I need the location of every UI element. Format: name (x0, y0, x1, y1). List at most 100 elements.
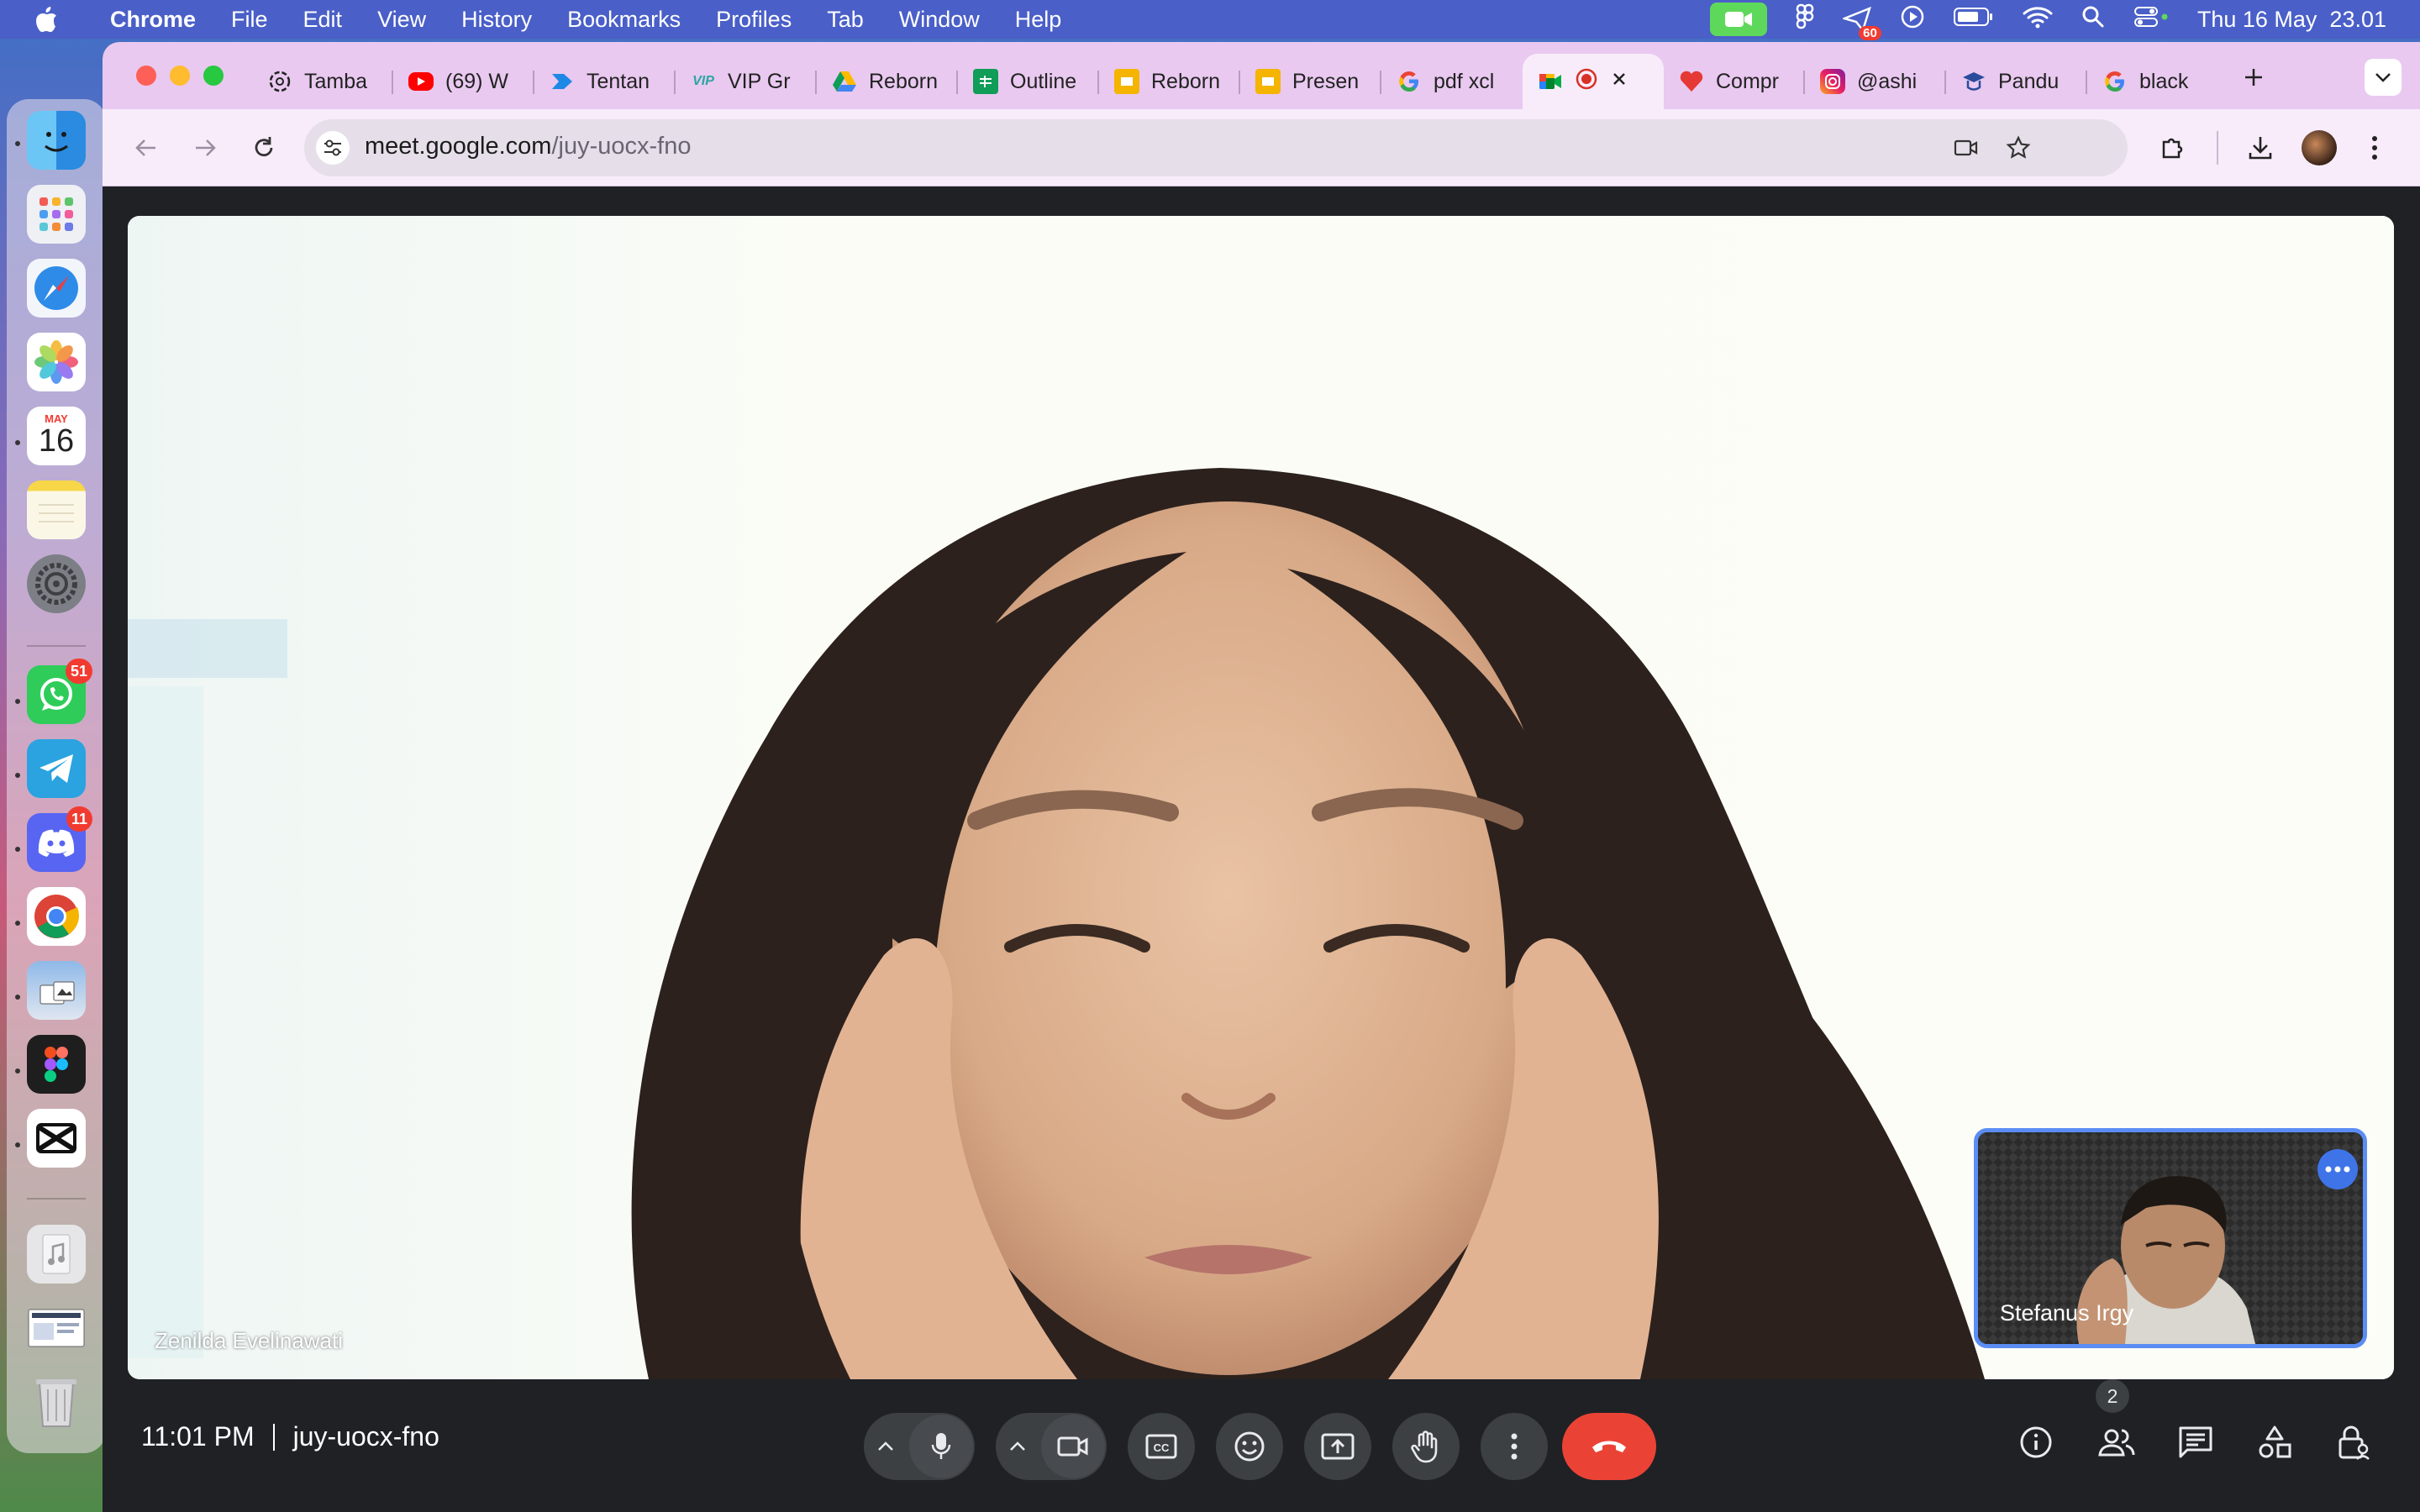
menu-history[interactable]: History (444, 7, 550, 33)
tab-5[interactable]: Outline (958, 54, 1099, 109)
menu-view[interactable]: View (360, 7, 444, 33)
screenshot-thumbnail-icon[interactable] (27, 1299, 86, 1357)
microphone-control (864, 1413, 975, 1480)
present-to-all-icon (1321, 1433, 1355, 1460)
extensions-button[interactable] (2149, 124, 2196, 171)
tab-0[interactable]: Tamba (252, 54, 393, 109)
downloads-button[interactable] (2237, 124, 2284, 171)
menu-window[interactable]: Window (881, 7, 997, 33)
more-horiz-icon (2325, 1166, 2350, 1173)
paper-plane-icon[interactable]: 60 (1842, 7, 1881, 40)
puzzle-icon (2162, 138, 2183, 159)
tab-6[interactable]: Reborn (1099, 54, 1240, 109)
safari-icon[interactable] (27, 259, 86, 318)
apple-menu-icon[interactable] (0, 5, 92, 34)
tab-12[interactable]: Pandu (1946, 54, 2087, 109)
meeting-details: 11:01 PM juy-uocx-fno (141, 1421, 439, 1452)
menu-file[interactable]: File (213, 7, 286, 33)
raise-hand-button[interactable] (1392, 1413, 1460, 1480)
toggle-camera-button[interactable] (1041, 1415, 1105, 1478)
whatsapp-icon[interactable]: 51 (27, 659, 92, 724)
forward-arrow-icon (196, 139, 216, 156)
minimize-window-button[interactable] (170, 66, 190, 86)
camera-in-use-button[interactable] (1949, 131, 1983, 165)
tab-search-button[interactable] (2365, 59, 2402, 96)
recording-indicator-icon (1575, 67, 1598, 97)
facetime-camera-icon[interactable] (1709, 3, 1767, 36)
zoom-window-button[interactable] (203, 66, 224, 86)
system-settings-icon[interactable] (27, 554, 86, 613)
menu-tab[interactable]: Tab (809, 7, 881, 33)
more-options-button[interactable] (1481, 1413, 1548, 1480)
figma-menubar-icon[interactable] (1796, 3, 1814, 36)
telegram-icon[interactable] (27, 739, 86, 798)
launchpad-icon[interactable] (27, 185, 86, 244)
close-window-button[interactable] (136, 66, 156, 86)
play-circle-icon[interactable] (1900, 4, 1925, 35)
notes-icon[interactable] (27, 480, 86, 539)
tab-10[interactable]: Compr (1664, 54, 1805, 109)
chevron-down-icon (2375, 73, 2391, 82)
menu-edit[interactable]: Edit (286, 7, 360, 33)
video-settings-button[interactable] (996, 1413, 1039, 1480)
chat-button[interactable] (2166, 1413, 2225, 1472)
tab-3[interactable]: VIP VIP Gr (676, 54, 817, 109)
emoji-icon (1234, 1431, 1265, 1462)
tab-9-active[interactable] (1523, 54, 1664, 109)
figma-icon[interactable] (27, 1035, 86, 1094)
menu-help[interactable]: Help (997, 7, 1080, 33)
menu-bookmarks[interactable]: Bookmarks (550, 7, 698, 33)
menu-profiles[interactable]: Profiles (698, 7, 809, 33)
wifi-icon[interactable] (2023, 5, 2053, 34)
spotlight-search-icon[interactable] (2081, 5, 2105, 34)
host-controls-button[interactable] (2324, 1413, 2383, 1472)
tab-title: Outline (1010, 69, 1077, 93)
reload-button[interactable] (240, 124, 287, 171)
trash-icon[interactable] (27, 1373, 86, 1431)
calendar-icon[interactable]: MAY 16 (27, 407, 86, 465)
new-tab-button[interactable] (2237, 60, 2270, 94)
tab-7[interactable]: Presen (1240, 54, 1381, 109)
site-info-button[interactable] (316, 131, 350, 165)
back-button[interactable] (123, 124, 170, 171)
address-bar[interactable]: meet.google.com/juy-uocx-fno (304, 119, 2128, 176)
tab-4[interactable]: Reborn (817, 54, 958, 109)
leave-call-button[interactable] (1562, 1413, 1656, 1480)
more-vert-icon (2372, 136, 2377, 160)
mute-microphone-button[interactable] (909, 1415, 973, 1478)
self-view-options-button[interactable] (2317, 1149, 2358, 1189)
control-center-icon[interactable] (2133, 5, 2169, 34)
tab-2[interactable]: Tentan (534, 54, 676, 109)
photos-icon[interactable] (27, 333, 86, 391)
slides-icon (1114, 69, 1139, 94)
openai-icon (267, 69, 292, 94)
tab-13[interactable]: black (2087, 54, 2228, 109)
people-button[interactable]: 2 (2087, 1379, 2146, 1472)
tab-title: VIP Gr (728, 69, 791, 93)
captions-button[interactable]: CC (1128, 1413, 1195, 1480)
bookmark-button[interactable] (2002, 131, 2035, 165)
battery-icon[interactable] (1953, 7, 1994, 33)
reactions-button[interactable] (1216, 1413, 1283, 1480)
discord-icon[interactable]: 11 (27, 806, 92, 872)
tab-8[interactable]: pdf xcl (1381, 54, 1523, 109)
preview-icon[interactable] (27, 961, 86, 1020)
tab-1[interactable]: (69) W (393, 54, 534, 109)
present-screen-button[interactable] (1304, 1413, 1371, 1480)
chrome-icon[interactable] (27, 887, 86, 946)
music-file-icon[interactable] (27, 1225, 86, 1284)
meeting-details-button[interactable] (2007, 1413, 2065, 1472)
self-view-tile[interactable]: Stefanus Irgy (1974, 1128, 2367, 1348)
profile-button[interactable] (2296, 124, 2343, 171)
chrome-menu-button[interactable] (2351, 124, 2398, 171)
forward-button[interactable] (182, 124, 229, 171)
meeting-code: juy-uocx-fno (292, 1421, 439, 1452)
tab-11[interactable]: @ashi (1805, 54, 1946, 109)
audio-settings-button[interactable] (864, 1413, 908, 1480)
menubar-clock[interactable]: Thu 16 May 23.01 (2197, 7, 2386, 33)
activities-button[interactable] (2245, 1413, 2304, 1472)
tab-close-icon[interactable] (1610, 70, 1628, 94)
finder-icon[interactable] (27, 111, 86, 170)
menu-app-name[interactable]: Chrome (92, 7, 213, 33)
capcut-icon[interactable] (27, 1109, 86, 1168)
